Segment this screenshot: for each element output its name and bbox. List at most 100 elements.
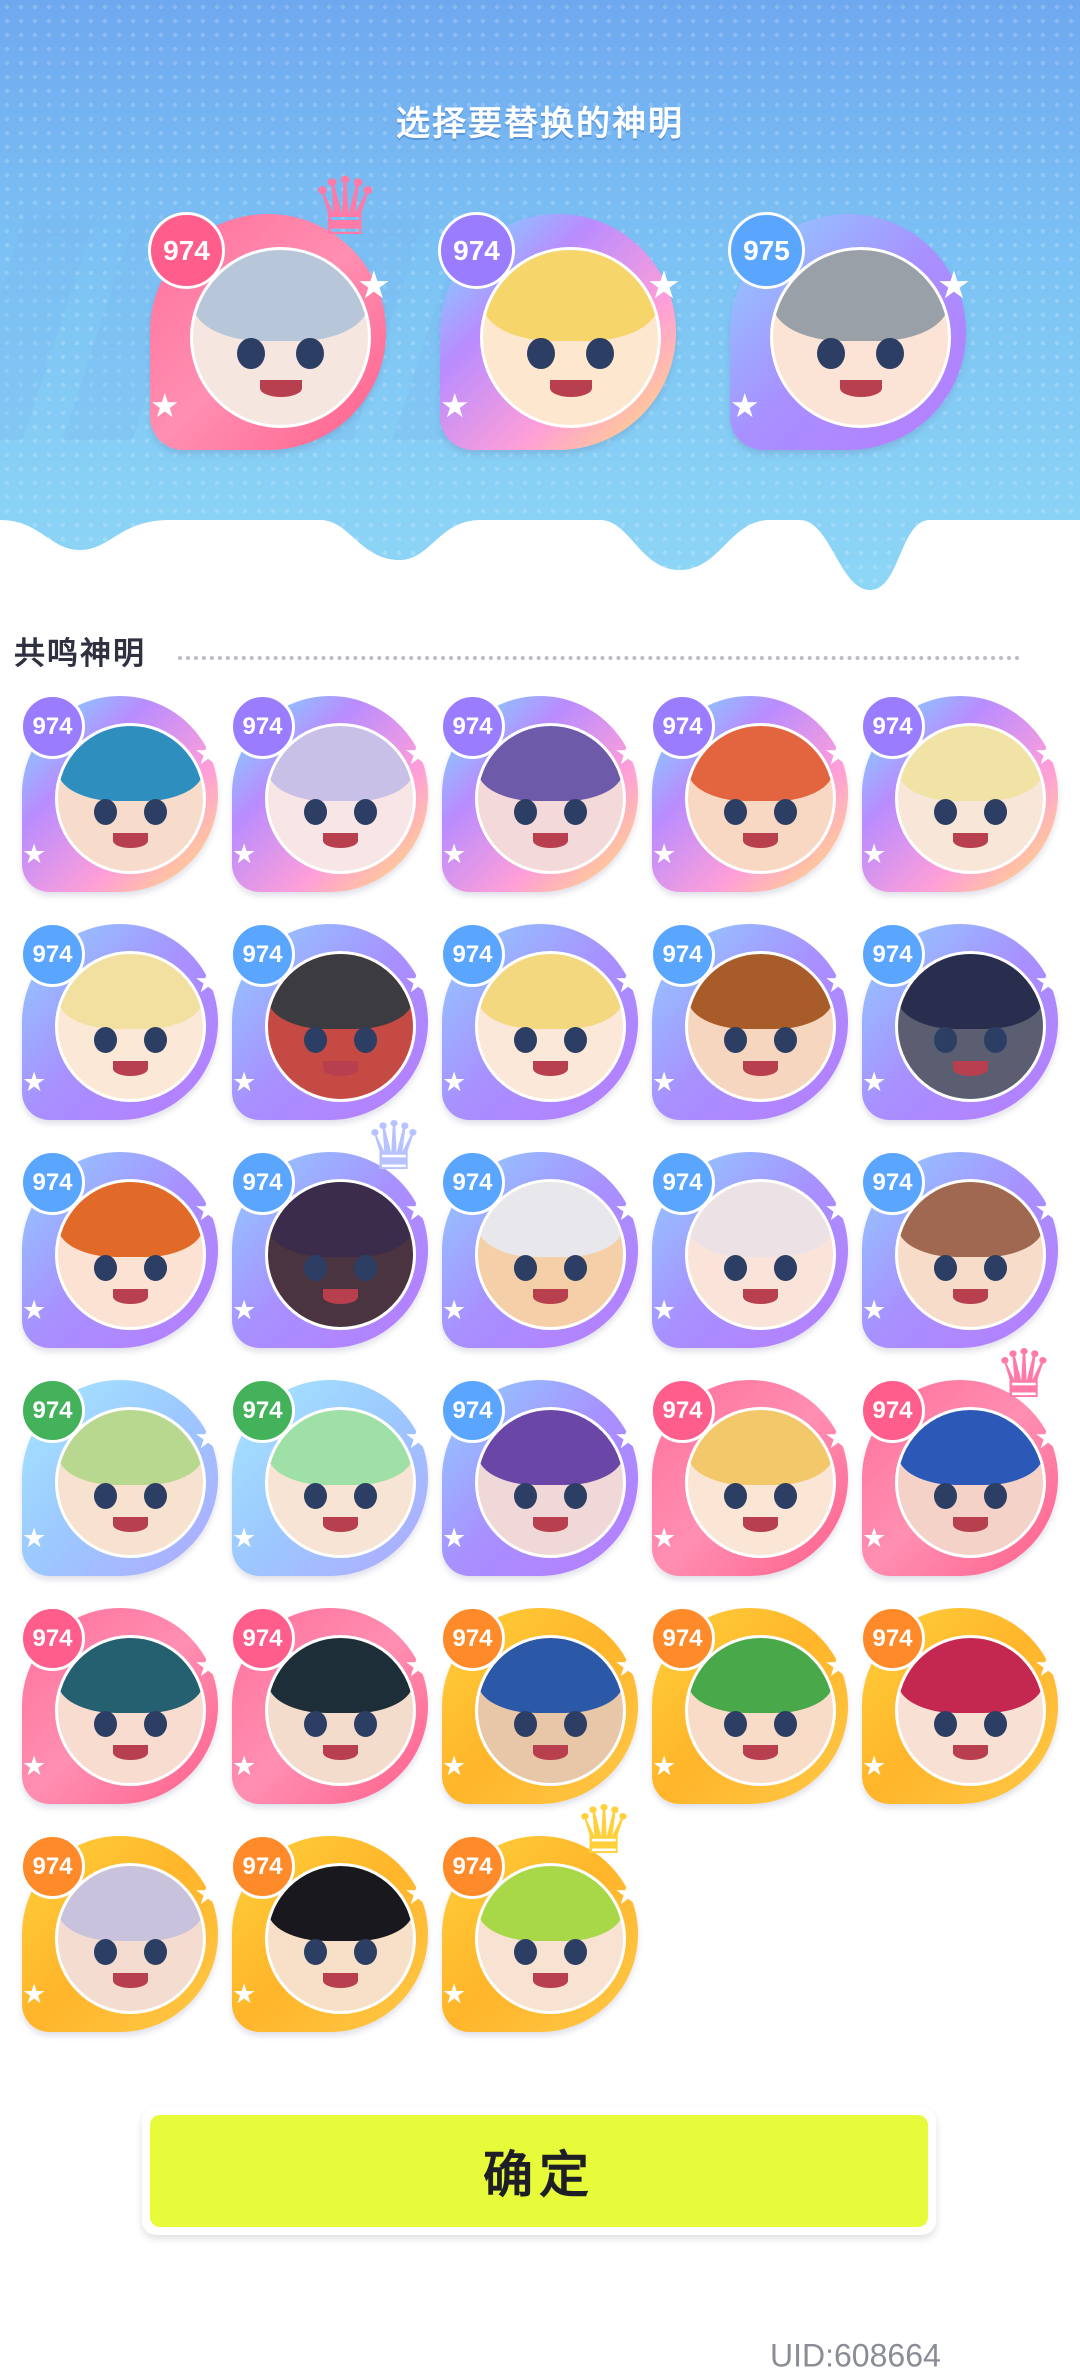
level-badge: 974: [20, 1834, 85, 1899]
level-badge: 974: [860, 694, 925, 759]
star-icon: ★: [1034, 1648, 1062, 1684]
resonance-god-avatar[interactable]: 974 ★ ★: [440, 694, 642, 892]
level-badge: 974: [440, 1834, 505, 1899]
level-badge: 974: [440, 922, 505, 987]
resonance-god-avatar[interactable]: 974 ★ ★: [230, 1378, 432, 1576]
resonance-god-avatar[interactable]: 974 ★ ★ ♛: [860, 1341, 1062, 1576]
portrait-mouth: [533, 1061, 568, 1076]
resonance-god-avatar[interactable]: 974 ★ ★: [230, 1606, 432, 1804]
star-icon: ★: [442, 1523, 467, 1554]
portrait-eye: [724, 1710, 748, 1737]
crown-icon: ♛: [363, 1107, 424, 1185]
resonance-god-avatar[interactable]: 974 ★ ★: [650, 922, 852, 1120]
star-icon: ★: [614, 964, 642, 1000]
portrait-eye: [94, 1938, 118, 1965]
resonance-god-avatar[interactable]: 974 ★ ★: [650, 1150, 852, 1348]
portrait-mouth: [953, 833, 988, 848]
confirm-button[interactable]: 确定: [142, 2107, 936, 2235]
resonance-god-avatar[interactable]: 974 ★ ★: [860, 694, 1062, 892]
resonance-god-avatar[interactable]: 974 ★ ★: [230, 922, 432, 1120]
portrait-eye: [983, 1026, 1007, 1053]
level-badge: 974: [230, 1378, 295, 1443]
resonance-god-avatar[interactable]: 974 ★ ★: [230, 1834, 432, 2032]
resonance-god-avatar[interactable]: 974 ★ ★: [860, 1606, 1062, 1804]
resonance-god-avatar[interactable]: 974 ★ ★: [860, 1150, 1062, 1348]
portrait-eye: [934, 798, 958, 825]
portrait-eye: [773, 798, 797, 825]
level-badge: 974: [650, 1378, 715, 1443]
portrait-mouth: [743, 1289, 778, 1304]
portrait-mouth: [743, 1745, 778, 1760]
star-icon: ★: [824, 1192, 852, 1228]
section-label: 共鸣神明: [14, 636, 146, 672]
portrait-mouth: [743, 1061, 778, 1076]
portrait-eye: [353, 1710, 377, 1737]
portrait-eye: [304, 1938, 328, 1965]
portrait-eye: [934, 1482, 958, 1509]
resonance-god-avatar[interactable]: 974 ★ ★: [650, 694, 852, 892]
portrait-eye: [353, 1026, 377, 1053]
portrait-eye: [563, 1254, 587, 1281]
portrait-mouth: [953, 1745, 988, 1760]
level-badge: 974: [650, 1606, 715, 1671]
resonance-god-avatar[interactable]: 974 ★ ★: [860, 922, 1062, 1120]
portrait-eye: [143, 1938, 167, 1965]
star-icon: ★: [232, 1523, 257, 1554]
resonance-god-avatar[interactable]: 974 ★ ★ ♛: [230, 1113, 432, 1348]
portrait-eye: [816, 337, 845, 369]
resonance-god-avatar[interactable]: 974 ★ ★: [20, 1834, 222, 2032]
portrait-eye: [514, 1938, 538, 1965]
selected-god-avatar[interactable]: 974 ★ ★: [438, 212, 681, 450]
portrait-eye: [514, 798, 538, 825]
portrait-mouth: [323, 1061, 358, 1076]
portrait-mouth: [113, 833, 148, 848]
resonance-god-avatar[interactable]: 974 ★ ★: [440, 1606, 642, 1804]
resonance-god-avatar[interactable]: 974 ★ ★: [440, 922, 642, 1120]
resonance-god-avatar[interactable]: 974 ★ ★ ♛: [440, 1797, 642, 2032]
portrait-mouth: [953, 1289, 988, 1304]
resonance-god-avatar[interactable]: 974 ★ ★: [20, 1378, 222, 1576]
star-icon: ★: [442, 1751, 467, 1782]
portrait-mouth: [533, 833, 568, 848]
portrait-eye: [563, 798, 587, 825]
star-icon: ★: [232, 1979, 257, 2010]
portrait-eye: [143, 1482, 167, 1509]
star-icon: ★: [936, 263, 971, 307]
portrait-mouth: [533, 1517, 568, 1532]
star-icon: ★: [194, 1192, 222, 1228]
portrait-eye: [514, 1710, 538, 1737]
crown-icon: ♛: [993, 1335, 1054, 1413]
star-icon: ★: [194, 1648, 222, 1684]
star-icon: ★: [1034, 736, 1062, 772]
portrait-eye: [94, 1026, 118, 1053]
level-badge: 974: [230, 922, 295, 987]
resonance-god-avatar[interactable]: 974 ★ ★: [20, 922, 222, 1120]
crown-icon: ♛: [573, 1791, 634, 1869]
resonance-god-avatar[interactable]: 974 ★ ★: [650, 1606, 852, 1804]
confirm-button-label[interactable]: 确定: [150, 2115, 928, 2227]
star-icon: ★: [646, 263, 681, 307]
selected-god-avatar[interactable]: 974 ★ ★ ♛: [148, 167, 391, 450]
star-icon: ★: [652, 1523, 677, 1554]
resonance-god-avatar[interactable]: 974 ★ ★: [230, 694, 432, 892]
star-icon: ★: [232, 839, 257, 870]
level-badge: 974: [230, 1150, 295, 1215]
portrait-mouth: [323, 833, 358, 848]
star-icon: ★: [404, 1192, 432, 1228]
portrait-eye: [934, 1710, 958, 1737]
portrait-eye: [143, 1026, 167, 1053]
resonance-god-avatar[interactable]: 974 ★ ★: [20, 1150, 222, 1348]
portrait-eye: [353, 1482, 377, 1509]
portrait-eye: [143, 798, 167, 825]
resonance-god-avatar[interactable]: 974 ★ ★: [20, 1606, 222, 1804]
resonance-god-avatar[interactable]: 974 ★ ★: [440, 1150, 642, 1348]
level-badge: 974: [20, 1150, 85, 1215]
star-icon: ★: [232, 1295, 257, 1326]
resonance-god-avatar[interactable]: 974 ★ ★: [440, 1378, 642, 1576]
resonance-god-avatar[interactable]: 974 ★ ★: [20, 694, 222, 892]
selected-god-avatar[interactable]: 975 ★ ★: [728, 212, 971, 450]
portrait-mouth: [953, 1517, 988, 1532]
portrait-eye: [526, 337, 555, 369]
resonance-god-avatar[interactable]: 974 ★ ★: [650, 1378, 852, 1576]
portrait-mouth: [113, 1745, 148, 1760]
